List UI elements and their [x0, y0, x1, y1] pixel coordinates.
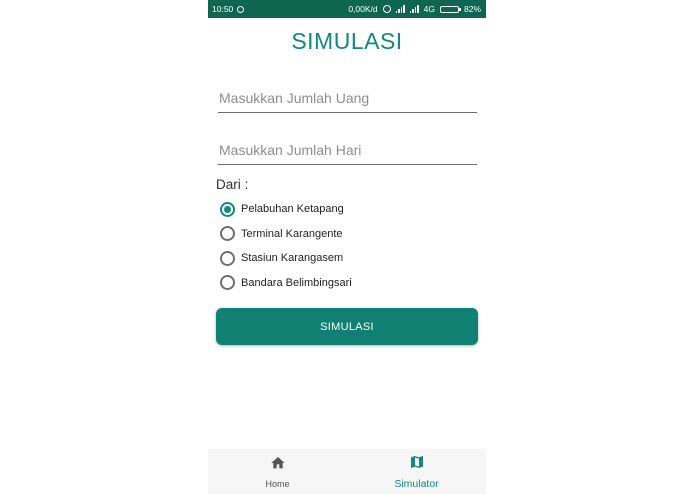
nav-item-home[interactable]: Home: [208, 449, 347, 494]
network-speed: 0,00K/d: [348, 4, 378, 14]
radio-unchecked-icon[interactable]: [220, 250, 235, 266]
alarm-icon: [382, 5, 391, 13]
radio-option[interactable]: Stasiun Karangasem: [220, 246, 352, 271]
radio-dot: [224, 205, 231, 213]
radio-unchecked-icon[interactable]: [220, 226, 235, 242]
status-time: 10:50: [212, 4, 234, 14]
map-icon: [409, 454, 425, 475]
nav-label: Home: [265, 478, 290, 489]
radio-label: Bandara Belimbingsari: [241, 276, 352, 289]
radio-checked-icon[interactable]: [220, 201, 235, 217]
signal-icon-2: [409, 5, 419, 13]
simulate-button[interactable]: SIMULASI: [216, 308, 478, 345]
radio-option[interactable]: Bandara Belimbingsari: [220, 271, 352, 296]
signal-icon: [395, 5, 405, 13]
radio-label: Stasiun Karangasem: [241, 252, 344, 265]
whatsapp-icon: [237, 5, 245, 13]
page-title: SIMULASI: [291, 28, 403, 54]
network-type: 4G: [423, 4, 435, 14]
bottom-nav: Home Simulator: [208, 449, 486, 494]
nav-item-simulator[interactable]: Simulator: [347, 449, 486, 494]
radio-option[interactable]: Terminal Karangente: [220, 222, 352, 247]
radio-unchecked-icon[interactable]: [220, 275, 235, 291]
battery-icon: [439, 5, 461, 13]
nav-label: Simulator: [394, 477, 439, 490]
radio-label: Terminal Karangente: [241, 227, 343, 240]
status-bar: 10:50 0,00K/d 4G 82%: [208, 0, 486, 18]
radio-label: Pelabuhan Ketapang: [241, 203, 344, 216]
radio-option[interactable]: Pelabuhan Ketapang: [220, 197, 352, 222]
from-label: Dari :: [216, 177, 249, 192]
battery-percent: 82%: [463, 4, 481, 14]
days-input[interactable]: [218, 138, 477, 165]
phone-screen: 10:50 0,00K/d 4G 82% SIMULASI Dari : Pel…: [208, 0, 486, 494]
home-icon: [270, 455, 286, 476]
origin-radio-group: Pelabuhan Ketapang Terminal Karangente Sta…: [220, 197, 352, 295]
amount-input[interactable]: [218, 86, 477, 113]
